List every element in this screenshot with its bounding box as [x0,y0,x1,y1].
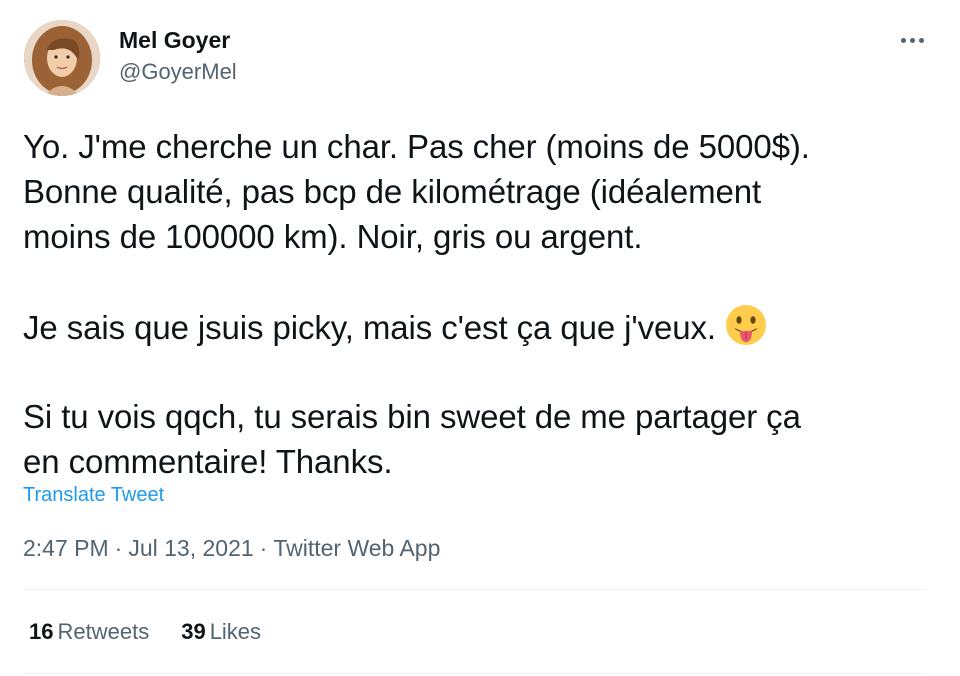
tweet-time[interactable]: 2:47 PM [23,535,109,561]
translate-tweet-link[interactable]: Translate Tweet [23,483,164,507]
avatar-image [24,20,100,96]
likes-stat[interactable]: 39 Likes [181,618,261,646]
tweet-metadata: 2:47 PM · Jul 13, 2021 · Twitter Web App [23,534,440,562]
author-handle[interactable]: @GoyerMel [119,59,237,85]
tweet-line: moins de 100000 km). Noir, gris ou argen… [23,218,643,255]
tweet-line: Si tu vois qqch, tu serais bin sweet de … [23,398,801,435]
tweet-card: Mel Goyer @GoyerMel Yo. J'me cherche un … [0,0,960,676]
tweet-text: Yo. J'me cherche un char. Pas cher (moin… [23,124,938,484]
divider [23,673,927,674]
likes-count: 39 [181,619,206,644]
tweet-stats: 16 Retweets 39 Likes [29,618,261,646]
divider [23,589,927,590]
retweets-count: 16 [29,619,54,644]
author-display-name[interactable]: Mel Goyer [119,26,230,54]
face-with-tongue-emoji-icon [725,305,766,345]
tweet-line: Yo. J'me cherche un char. Pas cher (moin… [23,128,810,165]
likes-label: Likes [209,619,262,644]
more-dot [900,37,906,43]
tweet-source[interactable]: Twitter Web App [273,535,440,561]
more-options-icon[interactable] [894,26,930,54]
tweet-date[interactable]: Jul 13, 2021 [128,535,253,561]
tweet-line: en commentaire! Thanks. [23,443,393,480]
avatar[interactable] [24,20,100,96]
tweet-line: Je sais que jsuis picky, mais c'est ça q… [23,303,938,350]
more-dot [918,37,924,43]
meta-separator: · [114,535,123,561]
retweets-stat[interactable]: 16 Retweets [29,618,149,646]
tweet-line: Bonne qualité, pas bcp de kilométrage (i… [23,173,762,210]
tweet-line-text: Je sais que jsuis picky, mais c'est ça q… [23,309,716,346]
retweets-label: Retweets [57,619,150,644]
more-dot [909,37,915,43]
meta-separator: · [259,535,268,561]
